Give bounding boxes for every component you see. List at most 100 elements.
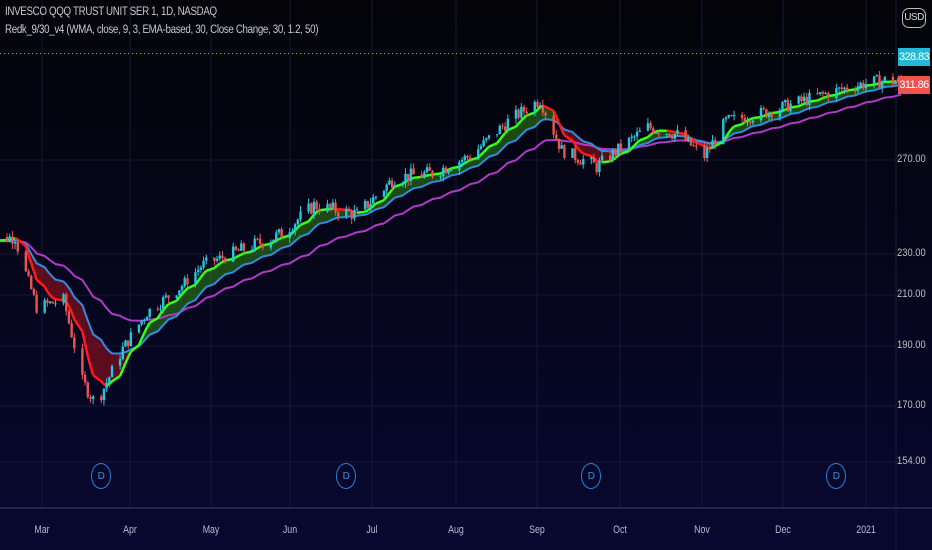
- ma-fill: [55, 279, 64, 300]
- fast-ma-segment: [262, 242, 272, 247]
- candle-body: [614, 149, 617, 156]
- fast-ma-segment: [213, 264, 218, 269]
- y-tick-label: 154.00: [897, 455, 926, 467]
- candle-body: [727, 115, 730, 118]
- candle-body: [800, 96, 803, 102]
- candle-body: [126, 340, 130, 346]
- candle-body: [355, 209, 359, 211]
- candle-body: [240, 243, 243, 251]
- candle-body: [840, 87, 843, 90]
- candle-body: [479, 146, 483, 150]
- fast-ma-segment: [243, 250, 253, 255]
- x-tick-label: Mar: [34, 524, 50, 536]
- candle-body: [299, 211, 302, 220]
- candle-body: [5, 237, 9, 242]
- candle-body: [345, 208, 348, 216]
- candle-body: [541, 105, 545, 113]
- candle-body: [759, 108, 763, 121]
- x-tick-label: Aug: [448, 524, 464, 536]
- indicator-legend[interactable]: Redk_9/30_v4 (WMA, close, 9, 3, EMA-base…: [5, 24, 318, 36]
- line-price-label: 328.83: [898, 48, 930, 66]
- candle-body: [231, 246, 235, 262]
- candle-body: [563, 145, 566, 158]
- candle-body: [845, 87, 849, 91]
- candle-body: [318, 208, 321, 212]
- candle-body: [883, 76, 887, 82]
- currency-badge[interactable]: USD: [902, 8, 926, 28]
- fast-ma-segment: [671, 130, 676, 134]
- candle-body: [442, 167, 445, 176]
- candle-body: [161, 297, 165, 309]
- candle-body: [253, 238, 256, 250]
- fast-ma-segment: [55, 298, 64, 302]
- candle-body: [676, 130, 679, 134]
- fast-ma-segment: [846, 88, 856, 92]
- symbol-legend[interactable]: INVESCO QQQ TRUST UNIT SER 1, 1D, NASDAQ: [5, 6, 217, 18]
- fast-ma-segment: [238, 253, 242, 258]
- candle-body: [293, 224, 297, 232]
- candle-body: [280, 229, 283, 239]
- candle-body: [582, 159, 585, 165]
- candle-body: [864, 83, 868, 89]
- candle-body: [695, 145, 698, 147]
- fast-ma-segment: [413, 175, 422, 180]
- candle-body: [485, 138, 488, 140]
- candle-body: [762, 108, 765, 110]
- candle-body: [48, 301, 52, 304]
- y-tick-label: 170.00: [897, 399, 926, 411]
- candle-body: [390, 180, 394, 188]
- candle-body: [145, 316, 149, 320]
- candle-body: [654, 132, 658, 134]
- candle-body: [51, 301, 54, 304]
- candle-body: [824, 93, 827, 95]
- candle-body: [714, 140, 717, 145]
- candle-body: [186, 278, 189, 285]
- candle-body: [11, 236, 14, 244]
- candle-body: [635, 131, 639, 137]
- last-price-label: 311.86: [898, 76, 930, 94]
- candle-body: [296, 219, 300, 225]
- candle-body: [837, 87, 841, 89]
- candle-body: [789, 103, 792, 112]
- candle-body: [730, 115, 733, 117]
- fast-ma-segment: [451, 165, 460, 170]
- candle-body: [487, 135, 491, 139]
- candle-body: [369, 203, 372, 208]
- candle-body: [746, 121, 749, 123]
- candle-body: [819, 92, 822, 94]
- chart-area[interactable]: INVESCO QQQ TRUST UNIT SER 1, 1D, NASDAQ…: [0, 0, 932, 550]
- candle-body: [856, 86, 860, 91]
- candle-body: [778, 109, 782, 118]
- candle-body: [409, 168, 413, 181]
- candle-body: [175, 295, 178, 298]
- candle-body: [538, 105, 542, 107]
- candle-body: [205, 257, 208, 261]
- candle-body: [328, 203, 332, 208]
- price-chart[interactable]: [0, 0, 932, 550]
- candle-body: [67, 311, 71, 324]
- candle-body: [140, 320, 143, 325]
- fast-ma-segment: [338, 207, 347, 212]
- candle-body: [202, 260, 205, 268]
- candle-body: [277, 229, 281, 233]
- ma-fill: [93, 334, 102, 382]
- candle-body: [199, 267, 203, 270]
- candle-body: [180, 286, 184, 291]
- candle-body: [372, 197, 375, 204]
- candle-body: [722, 119, 725, 145]
- fast-ma-segment: [557, 122, 563, 131]
- candle-body: [73, 337, 76, 349]
- candle-body: [439, 175, 442, 177]
- y-tick-label: 190.00: [897, 339, 926, 351]
- candle-body: [805, 96, 808, 105]
- candle-body: [571, 148, 574, 158]
- ema50-line: [0, 93, 902, 322]
- candle-body: [555, 134, 558, 139]
- ma-fill: [101, 339, 104, 385]
- x-tick-label: 2021: [856, 524, 876, 536]
- candle-body: [70, 323, 73, 338]
- candle-body: [498, 125, 501, 135]
- candle-body: [46, 300, 49, 304]
- y-tick-label: 210.00: [897, 288, 926, 300]
- candle-body: [334, 202, 337, 213]
